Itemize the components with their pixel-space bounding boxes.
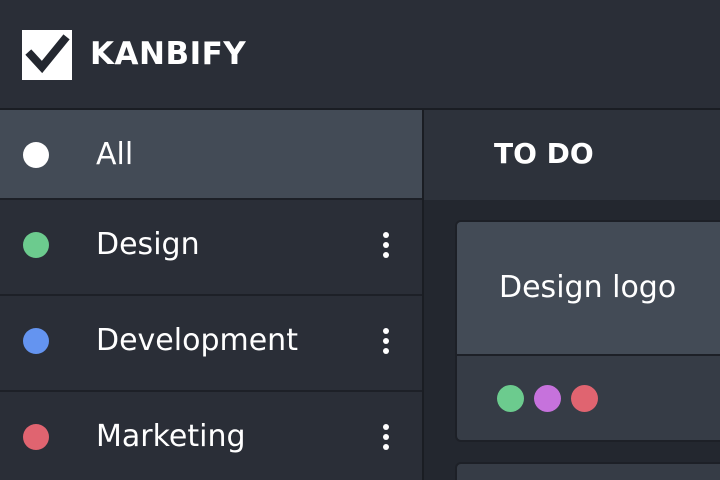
- app-name: KANBIFY: [90, 36, 247, 72]
- sidebar-item-design[interactable]: Design: [0, 200, 422, 296]
- sidebar-item-label: Marketing: [96, 419, 246, 454]
- tag-dot-icon: [497, 385, 524, 412]
- column-header: TO DO: [424, 110, 720, 200]
- sidebar-item-label: Design: [96, 227, 200, 262]
- vertical-dots-icon[interactable]: [376, 328, 396, 358]
- category-dot-icon: [23, 232, 49, 258]
- sidebar: All Design Development Marketing: [0, 110, 424, 480]
- sidebar-item-label: All: [96, 137, 134, 172]
- category-dot-icon: [23, 424, 49, 450]
- sidebar-item-marketing[interactable]: Marketing: [0, 392, 422, 480]
- kanban-app: KANBIFY All Design Development Marketing…: [0, 0, 720, 480]
- checkbox-logo-icon: [22, 30, 72, 80]
- category-dot-icon: [23, 142, 49, 168]
- vertical-dots-icon[interactable]: [376, 232, 396, 262]
- category-dot-icon: [23, 328, 49, 354]
- tag-dot-icon: [571, 385, 598, 412]
- sidebar-item-development[interactable]: Development: [0, 296, 422, 392]
- column-title: TO DO: [494, 137, 594, 170]
- task-card[interactable]: Design logo: [455, 220, 720, 442]
- sidebar-item-all[interactable]: All: [0, 110, 422, 200]
- card-header: Design logo: [457, 222, 720, 356]
- vertical-dots-icon[interactable]: [376, 424, 396, 454]
- task-card[interactable]: [455, 462, 720, 480]
- column-body: Design logo: [424, 200, 720, 480]
- app-header: KANBIFY: [0, 0, 720, 110]
- tag-dot-icon: [534, 385, 561, 412]
- sidebar-item-label: Development: [96, 323, 298, 358]
- card-title: Design logo: [499, 270, 677, 305]
